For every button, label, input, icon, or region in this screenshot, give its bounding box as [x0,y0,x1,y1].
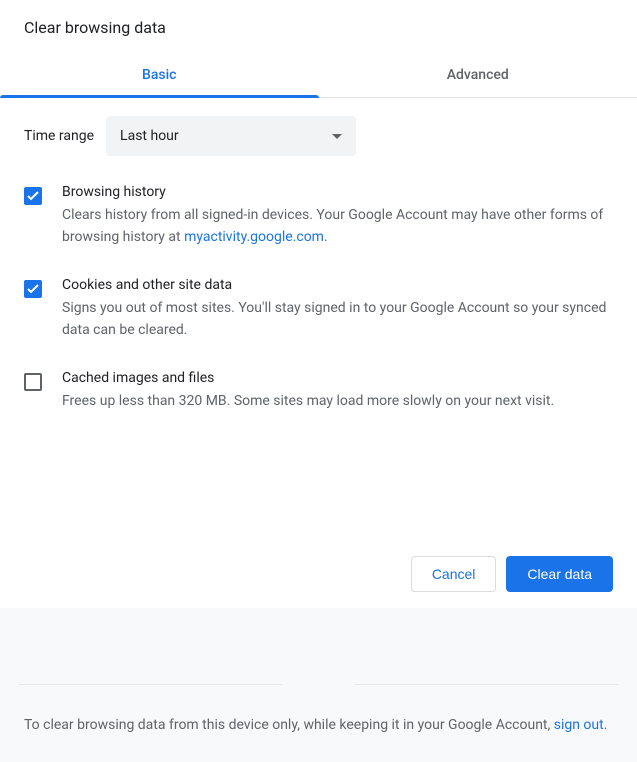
time-range-row: Time range Last hour [24,116,613,156]
option-cookies: Cookies and other site data Signs you ou… [24,277,613,342]
dialog-title: Clear browsing data [24,18,613,37]
option-title: Cached images and files [62,370,613,386]
clear-data-button[interactable]: Clear data [506,556,613,592]
checkbox-cookies[interactable] [24,280,42,298]
footer-divider [18,608,619,609]
tab-advanced-label: Advanced [447,67,509,83]
sign-out-link[interactable]: sign out [554,717,604,733]
tab-basic[interactable]: Basic [0,53,319,97]
time-range-select[interactable]: Last hour [106,116,356,156]
option-desc-pre: Signs you out of most sites. You'll stay… [62,300,606,338]
option-desc-pre: Frees up less than 320 MB. Some sites ma… [62,393,554,409]
dialog-header: Clear browsing data [0,0,637,43]
option-desc: Frees up less than 320 MB. Some sites ma… [62,390,613,412]
dialog-footer: To clear browsing data from this device … [0,608,637,762]
chevron-down-icon [332,134,342,139]
footer-text: To clear browsing data from this device … [24,714,613,738]
time-range-value: Last hour [120,128,179,144]
dialog-button-row: Cancel Clear data [0,540,637,608]
cancel-button-label: Cancel [432,566,476,582]
time-range-label: Time range [24,128,94,144]
checkmark-icon [27,284,39,294]
option-title: Cookies and other site data [62,277,613,293]
checkbox-browsing-history[interactable] [24,187,42,205]
option-title: Browsing history [62,184,613,200]
footer-text-pre: To clear browsing data from this device … [24,717,554,733]
clear-browsing-data-dialog: Clear browsing data Basic Advanced Time … [0,0,637,762]
myactivity-link[interactable]: myactivity.google.com [184,229,324,245]
tab-bar: Basic Advanced [0,53,637,98]
option-desc-post: . [324,229,328,245]
option-text: Cached images and files Frees up less th… [62,370,613,412]
checkmark-icon [27,191,39,201]
option-text: Browsing history Clears history from all… [62,184,613,249]
option-cached: Cached images and files Frees up less th… [24,370,613,412]
footer-text-post: . [604,717,608,733]
dialog-content: Time range Last hour Browsing history Cl… [0,98,637,540]
checkbox-cached[interactable] [24,373,42,391]
option-browsing-history: Browsing history Clears history from all… [24,184,613,249]
tab-basic-label: Basic [142,67,176,83]
cancel-button[interactable]: Cancel [411,556,497,592]
clear-data-button-label: Clear data [527,566,592,582]
option-text: Cookies and other site data Signs you ou… [62,277,613,342]
tab-advanced[interactable]: Advanced [319,53,637,97]
option-desc: Clears history from all signed-in device… [62,204,613,249]
option-desc-pre: Clears history from all signed-in device… [62,207,603,245]
option-desc: Signs you out of most sites. You'll stay… [62,297,613,342]
